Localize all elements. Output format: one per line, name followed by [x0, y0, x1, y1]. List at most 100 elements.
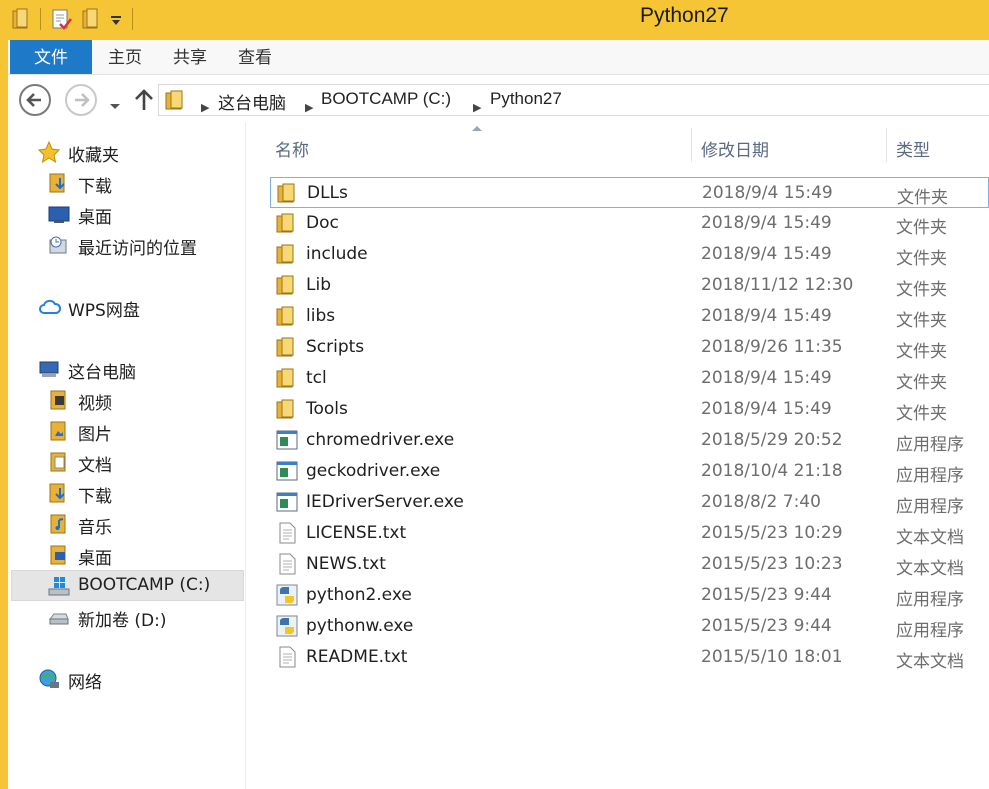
column-divider[interactable]: [691, 128, 692, 162]
file-date: 2015/5/23 10:29: [701, 523, 843, 543]
new-folder-icon[interactable]: [82, 8, 102, 34]
windows-drive-icon: [48, 575, 70, 597]
file-type: 文件夹: [896, 218, 947, 238]
file-row[interactable]: libs 2018/9/4 15:49 文件夹: [270, 301, 989, 332]
file-row[interactable]: IEDriverServer.exe 2018/8/2 7:40 应用程序: [270, 487, 989, 518]
file-name[interactable]: include: [306, 244, 368, 264]
file-date: 2018/8/2 7:40: [701, 492, 821, 512]
file-row[interactable]: include 2018/9/4 15:49 文件夹: [270, 239, 989, 270]
recent-locations-dropdown-icon[interactable]: [109, 96, 121, 115]
file-name[interactable]: NEWS.txt: [306, 554, 386, 574]
file-name[interactable]: README.txt: [306, 647, 407, 667]
file-date: 2015/5/23 9:44: [701, 585, 832, 605]
file-name[interactable]: geckodriver.exe: [306, 461, 440, 481]
file-type: 文件夹: [896, 280, 947, 300]
file-type: 文件夹: [896, 342, 947, 362]
file-row[interactable]: pythonw.exe 2015/5/23 9:44 应用程序: [270, 611, 989, 642]
file-name[interactable]: Doc: [306, 213, 339, 233]
file-row[interactable]: Doc 2018/9/4 15:49 文件夹: [270, 208, 989, 239]
properties-icon[interactable]: [50, 8, 72, 34]
videos-folder-icon: [48, 389, 70, 411]
file-row[interactable]: python2.exe 2015/5/23 9:44 应用程序: [270, 580, 989, 611]
music-folder-icon: [48, 513, 70, 535]
file-type: 文件夹: [897, 188, 948, 208]
file-type: 文件夹: [896, 311, 947, 331]
file-type: 文本文档: [896, 652, 964, 672]
desktop-icon: [48, 203, 70, 225]
file-name[interactable]: chromedriver.exe: [306, 430, 454, 450]
file-type: 应用程序: [896, 435, 964, 455]
folder-icon: [276, 305, 298, 327]
folder-icon: [277, 182, 299, 204]
breadcrumb-separator-icon[interactable]: ▶: [473, 101, 481, 114]
column-header-date[interactable]: 修改日期: [701, 136, 769, 161]
navigation-pane: 收藏夹 下载 桌面 最近访问的位置 WPS网盘 这台电脑 视频 图片 文档 下载…: [8, 122, 246, 789]
file-row[interactable]: DLLs 2018/9/4 15:49 文件夹: [270, 177, 989, 208]
drive-icon: [48, 606, 70, 628]
file-name[interactable]: Scripts: [306, 337, 364, 357]
downloads-folder-icon: [48, 172, 70, 194]
python-icon: [276, 615, 298, 637]
sort-ascending-icon: [472, 126, 482, 131]
address-bar[interactable]: ▶ 这台电脑 ▶ BOOTCAMP (C:) ▶ Python27: [158, 84, 989, 116]
up-arrow-icon[interactable]: [133, 88, 155, 116]
file-type: 文件夹: [896, 373, 947, 393]
window-border: [0, 0, 8, 789]
folder-icon: [276, 212, 298, 234]
file-row[interactable]: LICENSE.txt 2015/5/23 10:29 文本文档: [270, 518, 989, 549]
file-type: 文件夹: [896, 249, 947, 269]
file-type: 文本文档: [896, 528, 964, 548]
application-icon: [276, 460, 298, 482]
file-row[interactable]: Tools 2018/9/4 15:49 文件夹: [270, 394, 989, 425]
tab-file[interactable]: 文件: [10, 40, 92, 74]
tab-share[interactable]: 共享: [165, 40, 215, 74]
file-row[interactable]: chromedriver.exe 2018/5/29 20:52 应用程序: [270, 425, 989, 456]
file-type: 应用程序: [896, 621, 964, 641]
application-icon: [276, 429, 298, 451]
file-row[interactable]: geckodriver.exe 2018/10/4 21:18 应用程序: [270, 456, 989, 487]
breadcrumb-thispc[interactable]: 这台电脑: [218, 89, 286, 114]
file-name[interactable]: IEDriverServer.exe: [306, 492, 464, 512]
file-row[interactable]: NEWS.txt 2015/5/23 10:23 文本文档: [270, 549, 989, 580]
file-row[interactable]: Scripts 2018/9/26 11:35 文件夹: [270, 332, 989, 363]
breadcrumb-separator-icon[interactable]: ▶: [201, 101, 209, 114]
file-name[interactable]: tcl: [306, 368, 327, 388]
back-button[interactable]: [19, 84, 51, 116]
file-row[interactable]: Lib 2018/11/12 12:30 文件夹: [270, 270, 989, 301]
file-date: 2018/9/4 15:49: [701, 306, 832, 326]
file-name[interactable]: python2.exe: [306, 585, 412, 605]
file-name[interactable]: Tools: [306, 399, 348, 419]
text-file-icon: [276, 553, 298, 575]
tab-view[interactable]: 查看: [230, 40, 280, 74]
column-header-name[interactable]: 名称: [275, 136, 309, 161]
breadcrumb-python27[interactable]: Python27: [490, 89, 562, 109]
file-date: 2018/9/4 15:49: [701, 244, 832, 264]
breadcrumb-drive-c[interactable]: BOOTCAMP (C:): [321, 89, 451, 109]
tab-home[interactable]: 主页: [100, 40, 150, 74]
computer-icon: [38, 358, 60, 380]
file-date: 2015/5/23 9:44: [701, 616, 832, 636]
file-name[interactable]: pythonw.exe: [306, 616, 413, 636]
breadcrumb-separator-icon[interactable]: ▶: [305, 101, 313, 114]
column-header-type[interactable]: 类型: [896, 136, 930, 161]
forward-button[interactable]: [65, 84, 97, 116]
file-name[interactable]: LICENSE.txt: [306, 523, 406, 543]
folder-icon: [276, 274, 298, 296]
downloads-folder-icon: [48, 482, 70, 504]
file-list: 名称 修改日期 类型 DLLs 2018/9/4 15:49 文件夹 Doc 2018/…: [246, 122, 989, 789]
file-name[interactable]: libs: [306, 306, 335, 326]
file-date: 2015/5/23 10:23: [701, 554, 843, 574]
file-name[interactable]: DLLs: [307, 183, 348, 203]
customize-dropdown-icon[interactable]: [110, 12, 122, 31]
pictures-folder-icon: [48, 420, 70, 442]
python-icon: [276, 584, 298, 606]
file-type: 应用程序: [896, 590, 964, 610]
column-divider[interactable]: [886, 128, 887, 162]
file-date: 2018/10/4 21:18: [701, 461, 843, 481]
file-row[interactable]: README.txt 2015/5/10 18:01 文本文档: [270, 642, 989, 673]
folder-icon[interactable]: [12, 8, 32, 34]
file-type: 文件夹: [896, 404, 947, 424]
file-date: 2018/9/4 15:49: [702, 183, 833, 203]
file-name[interactable]: Lib: [306, 275, 331, 295]
file-row[interactable]: tcl 2018/9/4 15:49 文件夹: [270, 363, 989, 394]
